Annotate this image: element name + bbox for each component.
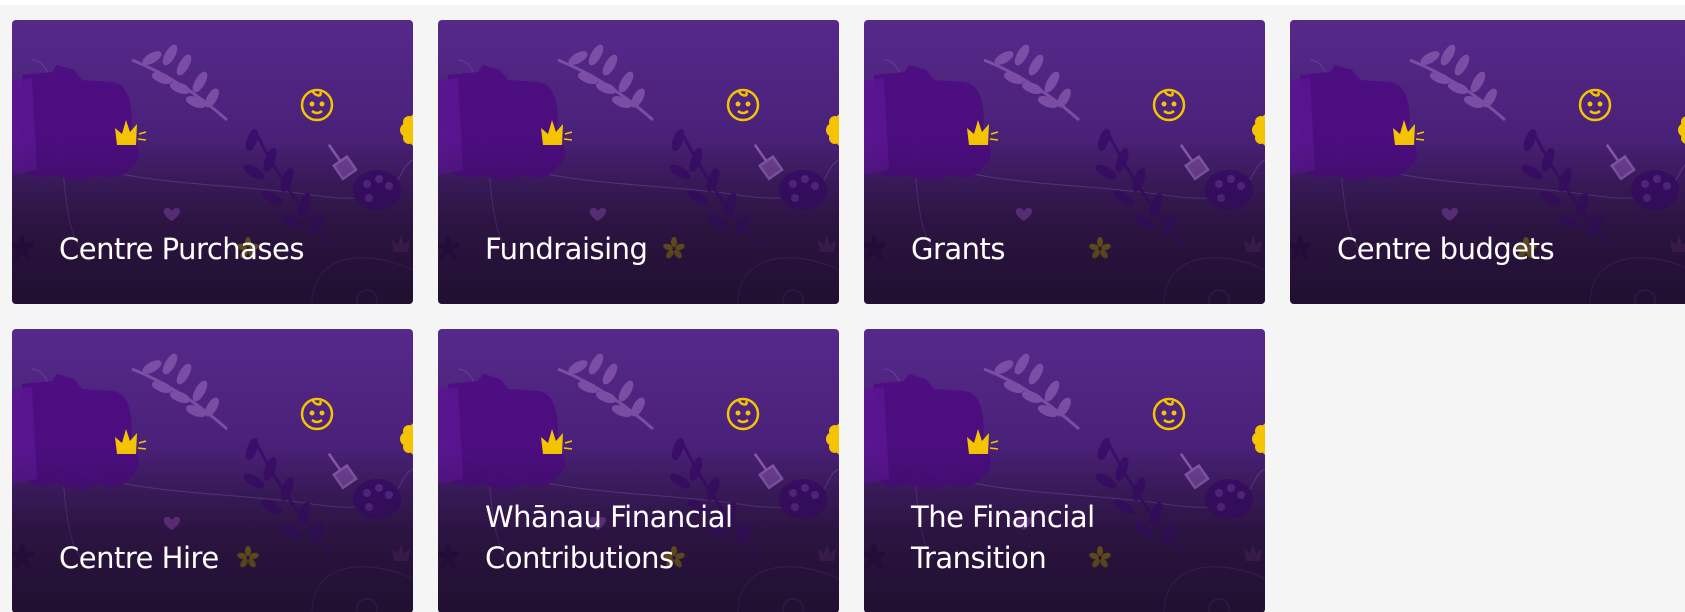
card-title: The Financial Transition — [911, 500, 1095, 575]
card-whanau-financial-contributions[interactable]: Whānau Financial Contributions — [438, 329, 839, 612]
card-centre-purchases[interactable]: Centre Purchases — [12, 20, 413, 304]
category-card-grid: Centre Purchases Fundraising Grants Cent… — [12, 20, 1685, 612]
card-title: Fundraising — [485, 232, 648, 266]
card-overlay — [12, 449, 413, 612]
card-fundraising[interactable]: Fundraising — [438, 20, 839, 304]
card-the-financial-transition[interactable]: The Financial Transition — [864, 329, 1265, 612]
card-title: Grants — [911, 232, 1006, 266]
card-centre-budgets[interactable]: Centre budgets — [1290, 20, 1685, 304]
card-grants[interactable]: Grants — [864, 20, 1265, 304]
top-bar — [0, 0, 1685, 5]
card-overlay — [864, 140, 1265, 304]
card-title: Centre budgets — [1337, 232, 1555, 266]
card-overlay — [438, 140, 839, 304]
card-overlay — [1290, 140, 1685, 304]
card-title: Centre Purchases — [59, 232, 305, 266]
card-title: Whānau Financial Contributions — [485, 500, 733, 575]
card-centre-hire[interactable]: Centre Hire — [12, 329, 413, 612]
card-overlay — [12, 140, 413, 304]
card-title: Centre Hire — [59, 541, 219, 575]
